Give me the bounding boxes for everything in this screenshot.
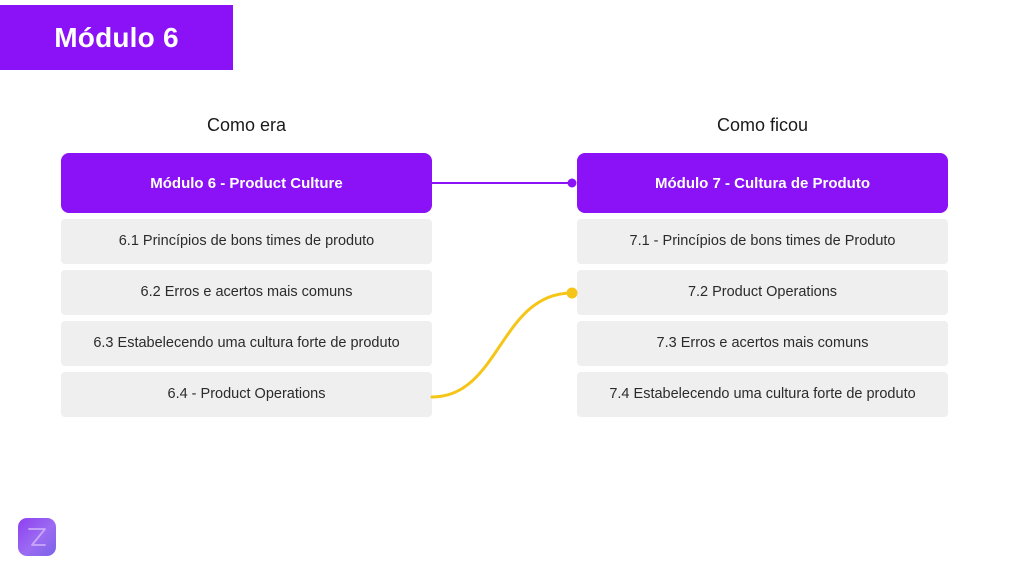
list-item[interactable]: 7.1 - Princípios de bons times de Produt… bbox=[577, 219, 948, 264]
list-item[interactable]: 7.3 Erros e acertos mais comuns bbox=[577, 321, 948, 366]
list-item[interactable]: 6.4 - Product Operations bbox=[61, 372, 432, 417]
list-item[interactable]: 7.4 Estabelecendo uma cultura forte de p… bbox=[577, 372, 948, 417]
left-module-box[interactable]: Módulo 6 - Product Culture bbox=[61, 153, 432, 213]
page-title: Módulo 6 bbox=[54, 21, 179, 53]
right-module-box[interactable]: Módulo 7 - Cultura de Produto bbox=[577, 153, 948, 213]
right-column-heading: Como ficou bbox=[716, 115, 809, 135]
brand-logo bbox=[18, 518, 56, 556]
left-column-heading: Como era bbox=[206, 115, 287, 135]
list-item[interactable]: 6.3 Estabelecendo uma cultura forte de p… bbox=[61, 321, 432, 366]
left-column: Módulo 6 - Product Culture 6.1 Princípio… bbox=[61, 153, 432, 417]
product-operations-link-curve bbox=[430, 291, 574, 399]
product-operations-link-endpoint-dot bbox=[566, 287, 578, 299]
module-header-banner: Módulo 6 bbox=[0, 5, 233, 70]
brand-logo-glyph-icon bbox=[28, 528, 46, 546]
list-item[interactable]: 6.2 Erros e acertos mais comuns bbox=[61, 270, 432, 315]
list-item[interactable]: 7.2 Product Operations bbox=[577, 270, 948, 315]
right-column: Módulo 7 - Cultura de Produto 7.1 - Prin… bbox=[577, 153, 948, 417]
list-item[interactable]: 6.1 Princípios de bons times de produto bbox=[61, 219, 432, 264]
module-link-endpoint-dot bbox=[567, 178, 577, 188]
